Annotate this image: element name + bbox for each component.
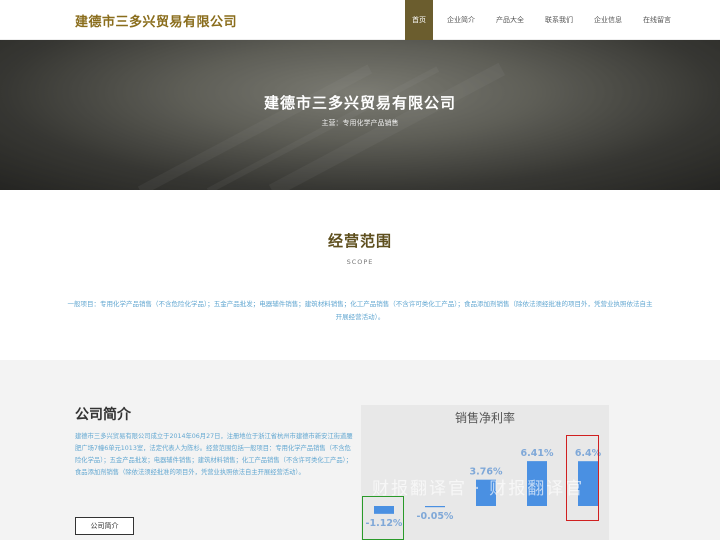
nav-company-info[interactable]: 企业信息 — [587, 0, 629, 40]
scope-text: 一般项目：专用化学产品销售（不含危险化学品）；五金产品批发；电器辅件销售；建筑材… — [67, 300, 653, 321]
nav-contact[interactable]: 联系我们 — [538, 0, 580, 40]
nav-products[interactable]: 产品大全 — [489, 0, 531, 40]
scope-subtitle: SCOPE — [346, 258, 374, 266]
hero-subtitle: 主营：专用化学产品销售 — [321, 119, 399, 127]
highlight-box-green — [362, 496, 404, 540]
about-button[interactable]: 公司简介 — [75, 517, 134, 535]
nav-about[interactable]: 企业简介 — [440, 0, 482, 40]
hero-title: 建德市三多兴贸易有限公司 — [263, 94, 456, 112]
chart-bar — [425, 506, 445, 508]
highlight-box-red — [566, 435, 599, 521]
chart-title: 销售净利率 — [455, 410, 515, 425]
site-header: 建德市三多兴贸易有限公司 首页 企业简介 产品大全 联系我们 企业信息 在线留言 — [0, 0, 720, 40]
hero-overlay — [0, 40, 720, 190]
hero-banner: 建德市三多兴贸易有限公司 主营：专用化学产品销售 — [0, 40, 720, 190]
nav-home[interactable]: 首页 — [405, 0, 433, 40]
about-text: 建德市三多兴贸易有限公司成立于2014年06月27日，注册地位于浙江省杭州市建德… — [75, 433, 353, 476]
chart-data-label: -0.05% — [417, 511, 454, 522]
about-title: 公司简介 — [75, 407, 131, 423]
main-nav: 首页 企业简介 产品大全 联系我们 企业信息 在线留言 — [405, 0, 685, 40]
nav-message[interactable]: 在线留言 — [636, 0, 678, 40]
scope-title: 经营范围 — [327, 232, 392, 250]
chart-data-label: 6.41% — [521, 448, 554, 459]
site-logo[interactable]: 建德市三多兴贸易有限公司 — [75, 11, 237, 30]
